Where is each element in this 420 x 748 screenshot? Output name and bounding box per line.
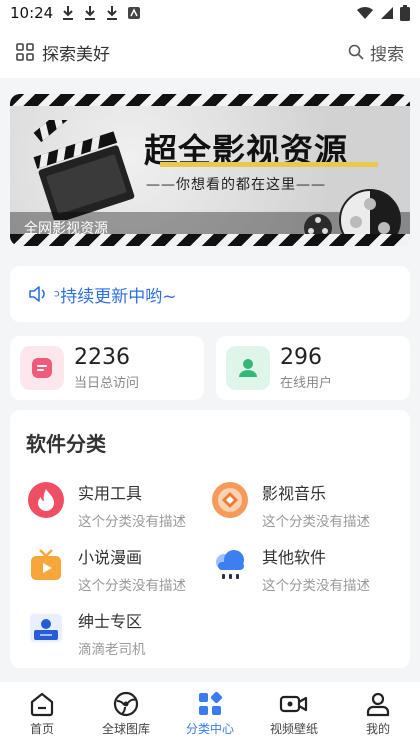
tab-home[interactable]: 首页 (0, 682, 84, 748)
category-desc: 这个分类没有描述 (262, 514, 370, 530)
grid-icon (199, 691, 223, 715)
search-icon (348, 44, 364, 60)
notice-bar[interactable]: ᵓ持续更新中哟~ (10, 266, 410, 322)
laptop-person-icon (26, 608, 66, 648)
stat-label: 在线用户 (280, 376, 333, 391)
tab-profile[interactable]: 我的 (336, 682, 420, 748)
bottom-tab-bar: 首页 全球图库 分类中心 视频壁纸 我的 (0, 682, 420, 748)
user-icon (239, 359, 257, 377)
stat-value: 2236 (74, 345, 130, 370)
wifi-icon (357, 6, 373, 19)
search-label: 搜索 (370, 44, 404, 65)
tab-categories[interactable]: 分类中心 (168, 682, 252, 748)
download-icon (63, 6, 74, 20)
speaker-icon (29, 286, 45, 302)
banner-stripe-top (10, 94, 410, 106)
banner-subline: ——你想看的都在这里—— (146, 177, 326, 193)
page-title: 探索美好 (42, 44, 110, 65)
home-icon (30, 692, 54, 717)
stat-value: 296 (280, 345, 322, 370)
stat-online-users: 296 在线用户 (216, 336, 410, 400)
category-name: 实用工具 (78, 484, 143, 503)
battery-icon (400, 5, 410, 21)
category-heading: 软件分类 (26, 432, 106, 456)
status-bar: 10:24 (0, 0, 420, 26)
stat-label: 当日总访问 (74, 376, 140, 391)
category-desc: 滴滴老司机 (78, 642, 146, 658)
banner-stripe-bottom (10, 234, 410, 246)
tab-gallery[interactable]: 全球图库 (84, 682, 168, 748)
category-name: 其他软件 (262, 548, 327, 567)
category-item-media[interactable]: 影视音乐 这个分类没有描述 (210, 480, 370, 530)
diamond-icon (210, 480, 250, 520)
top-bar: 探索美好 搜索 (0, 26, 420, 78)
category-item-tools[interactable]: 实用工具 这个分类没有描述 (26, 480, 186, 530)
notification-icons (61, 5, 141, 21)
tab-label: 视频壁纸 (269, 722, 318, 736)
grid-menu-icon[interactable] (16, 43, 34, 61)
cloud-icon (210, 544, 250, 584)
stat-icon-box (20, 346, 64, 390)
document-icon (32, 358, 52, 378)
clapperboard-icon (33, 120, 135, 220)
category-name: 小说漫画 (78, 548, 143, 567)
download-icon (107, 6, 118, 20)
system-icons (356, 5, 410, 21)
tab-label: 分类中心 (185, 722, 234, 736)
video-camera-icon (279, 695, 308, 713)
category-item-novels[interactable]: 小说漫画 这个分类没有描述 (26, 544, 186, 594)
tab-label: 全球图库 (101, 722, 150, 736)
category-name: 影视音乐 (262, 484, 327, 503)
flame-icon (26, 480, 66, 520)
category-desc: 这个分类没有描述 (262, 578, 370, 594)
tab-wallpapers[interactable]: 视频壁纸 (252, 682, 336, 748)
globe-icon (113, 691, 139, 717)
stat-daily-visits: 2236 当日总访问 (10, 336, 204, 400)
status-time: 10:24 (10, 4, 54, 22)
signal-icon (381, 7, 393, 19)
category-desc: 这个分类没有描述 (78, 578, 186, 594)
banner-underline (160, 162, 378, 167)
search-button[interactable]: 搜索 (348, 40, 404, 65)
stat-icon-box (226, 346, 270, 390)
category-desc: 这个分类没有描述 (78, 514, 186, 530)
tab-label: 我的 (365, 722, 390, 736)
app-notification-icon (128, 7, 141, 19)
notice-text: ᵓ持续更新中哟~ (54, 286, 177, 307)
download-icon (85, 6, 96, 20)
tv-play-icon (26, 544, 66, 584)
category-panel: 软件分类 实用工具 这个分类没有描述 影视音乐 这个分类没有描述 小说漫画 这个… (10, 410, 410, 668)
person-icon (366, 692, 390, 717)
category-item-gentleman[interactable]: 绅士专区 滴滴老司机 (26, 608, 146, 658)
promo-banner[interactable]: 超全影视资源 ——你想看的都在这里—— 全网影视资源 (10, 94, 410, 246)
tab-label: 首页 (29, 722, 54, 736)
category-item-other[interactable]: 其他软件 这个分类没有描述 (210, 544, 370, 594)
category-name: 绅士专区 (78, 612, 143, 631)
